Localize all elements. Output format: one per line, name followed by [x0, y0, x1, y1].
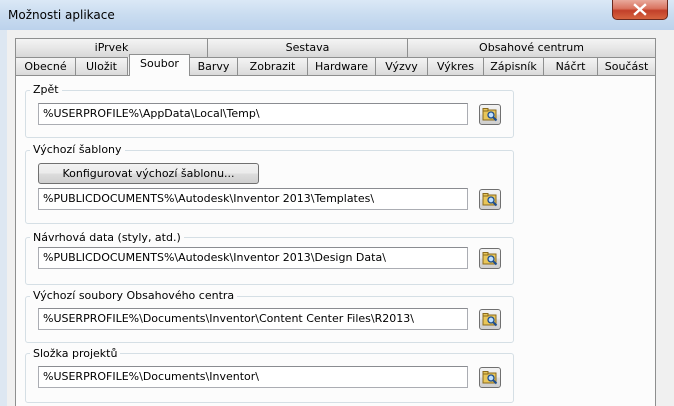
- content-center-browse-button[interactable]: [479, 309, 501, 330]
- undo-browse-button[interactable]: [479, 104, 501, 125]
- tab-ulozit[interactable]: Uložit: [75, 57, 128, 76]
- tab-hardware[interactable]: Hardware: [307, 57, 376, 76]
- group-templates: [25, 150, 514, 224]
- close-icon: [633, 3, 647, 16]
- tab-vykres[interactable]: Výkres: [427, 57, 484, 76]
- projects-browse-button[interactable]: [479, 367, 501, 388]
- tab-obecne[interactable]: Obecné: [15, 57, 76, 76]
- tab-vyzvy[interactable]: Výzvy: [375, 57, 428, 76]
- undo-path-field[interactable]: %USERPROFILE%\AppData\Local\Temp\: [38, 103, 468, 125]
- folder-browse-icon: [482, 193, 498, 207]
- design-data-browse-button[interactable]: [479, 248, 501, 269]
- tab-zobrazit[interactable]: Zobrazit: [237, 57, 308, 76]
- tab-barvy[interactable]: Barvy: [189, 57, 238, 76]
- group-undo-label: Zpět: [30, 83, 62, 96]
- group-templates-label: Výchozí šablony: [30, 143, 125, 156]
- folder-browse-icon: [482, 313, 498, 327]
- tab-obsahove-centrum[interactable]: Obsahové centrum: [407, 38, 656, 57]
- group-content-center-label: Výchozí soubory Obsahového centra: [30, 289, 238, 302]
- folder-browse-icon: [482, 108, 498, 122]
- folder-browse-icon: [482, 371, 498, 385]
- tab-nacrt[interactable]: Náčrt: [543, 57, 598, 76]
- configure-template-button[interactable]: Konfigurovat výchozí šablonu...: [38, 163, 259, 184]
- content-center-path-field[interactable]: %USERPROFILE%\Documents\Inventor\Content…: [38, 308, 468, 330]
- tab-soubor[interactable]: Soubor: [129, 54, 190, 76]
- group-design-data-label: Návrhová data (styly, atd.): [30, 231, 184, 244]
- templates-browse-button[interactable]: [479, 189, 501, 210]
- tab-zapisnik[interactable]: Zápisník: [483, 57, 544, 76]
- projects-path-field[interactable]: %USERPROFILE%\Documents\Inventor\: [38, 366, 468, 388]
- design-data-path-field[interactable]: %PUBLICDOCUMENTS%\Autodesk\Inventor 2013…: [38, 247, 468, 269]
- group-projects-label: Složka projektů: [30, 347, 121, 360]
- close-button[interactable]: [612, 0, 668, 20]
- tab-soucast[interactable]: Součást: [597, 57, 656, 76]
- tab-sestava[interactable]: Sestava: [207, 38, 408, 57]
- title-bar: Možnosti aplikace: [0, 0, 674, 30]
- window-title: Možnosti aplikace: [8, 8, 115, 22]
- templates-path-field[interactable]: %PUBLICDOCUMENTS%\Autodesk\Inventor 2013…: [38, 188, 468, 210]
- folder-browse-icon: [482, 252, 498, 266]
